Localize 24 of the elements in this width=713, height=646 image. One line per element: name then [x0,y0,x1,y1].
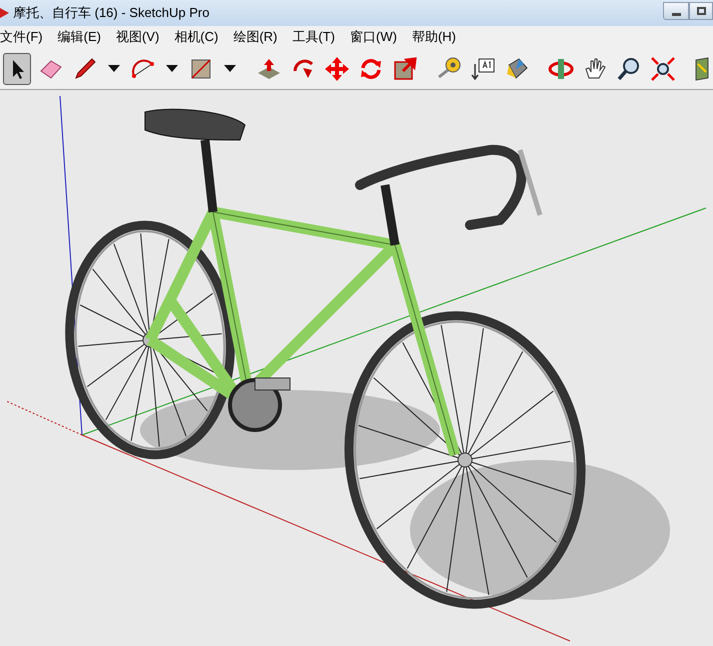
magnifier-icon [616,56,642,82]
scale-icon [392,56,418,82]
map-icon [694,56,710,82]
move-icon [324,56,350,82]
app-logo-icon [0,6,10,20]
caret-icon [108,65,120,72]
caret-icon [166,65,178,72]
menu-item[interactable]: 文件(F) [0,27,43,47]
menu-item[interactable]: 工具(T) [292,27,335,47]
caret-icon [224,65,236,72]
menu-item[interactable]: 视图(V) [116,27,160,47]
minimize-button[interactable] [663,2,689,20]
tool-button[interactable] [3,52,31,84]
maximize-button[interactable] [689,2,713,20]
text-label-icon [470,56,496,82]
menu-item[interactable]: 帮助(H) [412,27,456,47]
menu-item[interactable]: 编辑(E) [58,27,101,47]
zoom-extents-icon [650,56,676,82]
menu-item[interactable]: 窗口(W) [350,27,397,47]
paint-bucket-icon [504,56,530,82]
menu-item[interactable]: 相机(C) [174,27,218,47]
menu-item[interactable]: 绘图(R) [233,27,278,47]
pencil-icon [72,56,98,82]
window-title: 摩托、自行车 (16) - SketchUp Pro [13,4,210,22]
